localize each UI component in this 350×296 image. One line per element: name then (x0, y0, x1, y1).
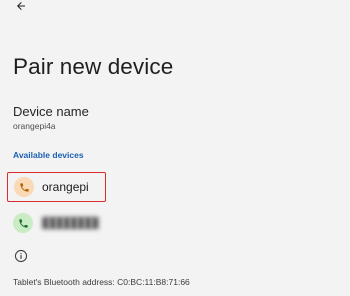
device-name-label[interactable]: Device name (13, 104, 89, 119)
info-icon (14, 249, 28, 263)
device-name: orangepi (42, 180, 89, 194)
device-name-value: orangepi4a (13, 121, 56, 131)
device-item-hidden[interactable]: ████████ (7, 208, 307, 238)
phone-icon (13, 213, 33, 233)
device-item-orangepi[interactable]: orangepi (7, 172, 106, 202)
arrow-back-icon (15, 0, 27, 17)
page-title: Pair new device (13, 54, 174, 79)
phone-icon (14, 177, 34, 197)
bluetooth-address: Tablet's Bluetooth address: C0:BC:11:B8:… (13, 277, 190, 287)
available-devices-header: Available devices (13, 150, 84, 160)
device-name-blurred: ████████ (42, 217, 99, 229)
back-button[interactable] (10, 0, 32, 16)
